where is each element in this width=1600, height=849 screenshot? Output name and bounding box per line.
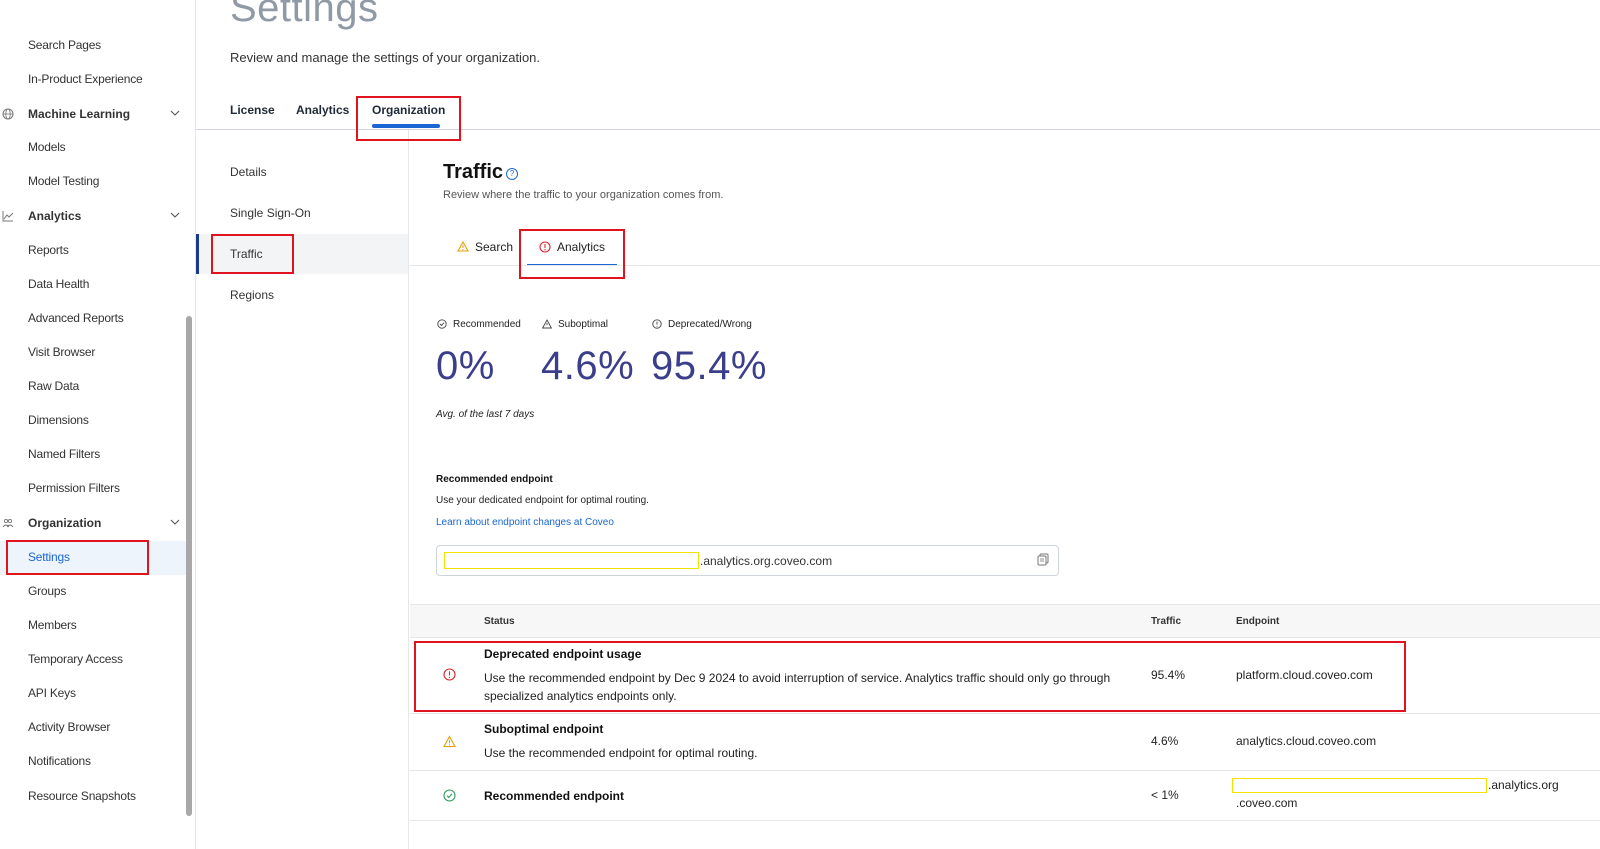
sidebar-group-analytics[interactable]: Analytics (0, 208, 190, 228)
tab-search-label: Search (475, 240, 514, 254)
help-icon[interactable]: ? (506, 168, 518, 180)
highlight-traffic-subnav (211, 234, 294, 274)
page-title: Settings (230, 0, 379, 30)
highlight-deprecated-row (414, 641, 1406, 712)
learn-more-link[interactable]: Learn about endpoint changes at Coveo (436, 517, 614, 528)
row-endpoint-continued: .coveo.com (1236, 796, 1298, 810)
sidebar-group-label: Machine Learning (28, 107, 131, 121)
sidebar-item-api-keys[interactable]: API Keys (28, 686, 76, 700)
redacted-text (1232, 778, 1487, 793)
row-title: Recommended endpoint (484, 789, 625, 803)
tab-analytics[interactable]: Analytics (296, 103, 349, 117)
sidebar-item-dimensions[interactable]: Dimensions (28, 413, 89, 427)
row-divider (410, 820, 1600, 821)
row-endpoint: analytics.cloud.coveo.com (1236, 734, 1377, 748)
row-divider (410, 770, 1600, 771)
copy-icon[interactable] (1037, 553, 1049, 566)
average-note: Avg. of the last 7 days (436, 409, 535, 420)
warning-icon (542, 319, 552, 329)
row-traffic: < 1% (1151, 788, 1179, 802)
row-description: Use the recommended endpoint for optimal… (484, 746, 758, 760)
subnav-item-details[interactable]: Details (230, 165, 267, 179)
highlight-organization-tab (356, 96, 461, 141)
highlight-analytics-tab (519, 229, 625, 279)
endpoint-value: .analytics.org.coveo.com (700, 554, 833, 568)
subnav-item-regions[interactable]: Regions (230, 288, 274, 302)
sidebar-item-temporary-access[interactable]: Temporary Access (28, 652, 123, 666)
sidebar-item-members[interactable]: Members (28, 618, 77, 632)
table-header (410, 604, 1600, 638)
legend-label: Recommended (453, 319, 521, 330)
column-header-traffic: Traffic (1151, 616, 1182, 627)
sidebar-group-label: Analytics (28, 209, 82, 223)
sidebar: Search Pages In-Product Experience Machi… (0, 0, 196, 849)
sidebar-item-visit-browser[interactable]: Visit Browser (28, 345, 95, 359)
sidebar-group-organization[interactable]: Organization (0, 515, 190, 535)
section-description: Review where the traffic to your organiz… (443, 189, 724, 201)
sidebar-item-raw-data[interactable]: Raw Data (28, 379, 79, 393)
sidebar-item-named-filters[interactable]: Named Filters (28, 447, 100, 461)
sidebar-item-reports[interactable]: Reports (28, 243, 69, 257)
check-circle-icon (437, 319, 447, 330)
recommended-percentage: 0% (436, 344, 495, 388)
recommended-endpoint-heading: Recommended endpoint (436, 474, 553, 485)
sidebar-item-model-testing[interactable]: Model Testing (28, 174, 99, 188)
page-subtitle: Review and manage the settings of your o… (230, 50, 541, 65)
row-divider (410, 713, 1600, 714)
warning-icon (443, 735, 456, 748)
organization-icon (2, 518, 14, 528)
column-header-endpoint: Endpoint (1236, 616, 1280, 627)
legend-recommended: Recommended (437, 319, 521, 330)
sidebar-item-groups[interactable]: Groups (28, 584, 66, 598)
sidebar-item-search-pages[interactable]: Search Pages (28, 38, 101, 52)
tab-search[interactable]: Search (457, 240, 513, 254)
chevron-down-icon[interactable] (170, 108, 180, 118)
chevron-down-icon[interactable] (170, 517, 180, 527)
recommended-endpoint-description: Use your dedicated endpoint for optimal … (436, 495, 649, 506)
legend-suboptimal: Suboptimal (542, 319, 608, 330)
subnav-item-single-sign-on[interactable]: Single Sign-On (230, 206, 311, 220)
row-traffic: 4.6% (1151, 734, 1179, 748)
suboptimal-percentage: 4.6% (541, 344, 635, 388)
highlight-settings-item (6, 540, 149, 575)
sidebar-item-models[interactable]: Models (28, 140, 66, 154)
row-title: Suboptimal endpoint (484, 722, 604, 736)
sidebar-item-in-product-experience[interactable]: In-Product Experience (28, 72, 143, 86)
sidebar-group-machine-learning[interactable]: Machine Learning (0, 106, 190, 126)
legend-deprecated: Deprecated/Wrong (652, 319, 752, 330)
legend-label: Suboptimal (558, 319, 609, 330)
check-circle-icon (443, 789, 456, 802)
redacted-text (444, 552, 699, 569)
legend-label: Deprecated/Wrong (668, 319, 752, 330)
sidebar-group-label: Organization (28, 516, 102, 530)
column-header-status: Status (484, 616, 515, 627)
chevron-down-icon[interactable] (170, 210, 180, 220)
warning-icon (457, 240, 469, 252)
row-endpoint: .analytics.org (1488, 778, 1559, 792)
sidebar-item-permission-filters[interactable]: Permission Filters (28, 481, 120, 495)
subnav-active-indicator (196, 234, 199, 274)
sidebar-item-advanced-reports[interactable]: Advanced Reports (28, 311, 124, 325)
globe-icon (2, 108, 14, 120)
deprecated-percentage: 95.4% (651, 344, 767, 388)
sidebar-item-notifications[interactable]: Notifications (28, 754, 91, 768)
sidebar-item-activity-browser[interactable]: Activity Browser (28, 720, 110, 734)
error-icon (652, 319, 662, 330)
tab-license[interactable]: License (230, 103, 275, 117)
section-title: Traffic (443, 161, 504, 183)
sidebar-item-resource-snapshots[interactable]: Resource Snapshots (28, 789, 136, 803)
sidebar-item-data-health[interactable]: Data Health (28, 277, 89, 291)
sidebar-scrollbar[interactable] (186, 316, 192, 816)
chart-line-icon (2, 211, 14, 222)
